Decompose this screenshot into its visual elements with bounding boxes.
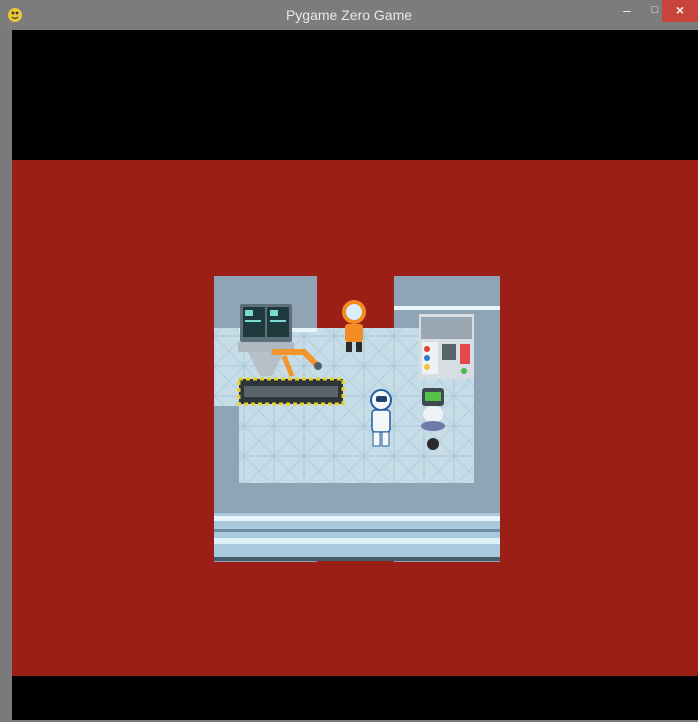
space-station-room [214, 276, 500, 562]
control-panel [419, 314, 474, 379]
game-window: Pygame Zero Game – □ × [0, 0, 698, 722]
title-bar[interactable]: Pygame Zero Game – □ × [0, 0, 698, 30]
close-button[interactable]: × [662, 0, 698, 22]
floor-left-ledge [214, 406, 239, 483]
game-canvas[interactable] [12, 30, 698, 720]
wall-bottom [214, 483, 500, 513]
conveyor-belt [237, 377, 345, 406]
window-title: Pygame Zero Game [285, 7, 413, 23]
right-wall-strip [474, 328, 500, 508]
minimize-button[interactable]: – [614, 0, 640, 22]
